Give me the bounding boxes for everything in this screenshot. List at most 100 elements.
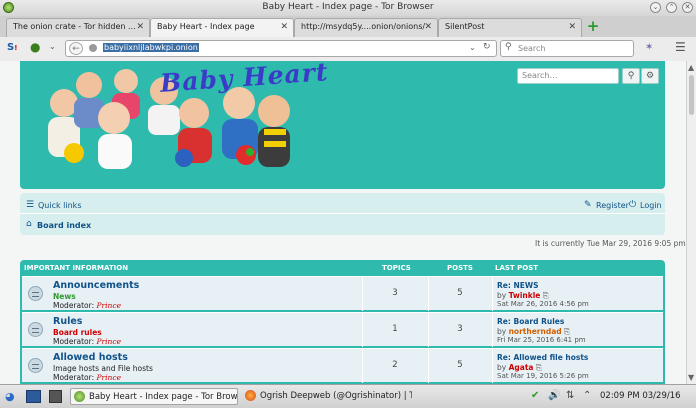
tab-label: Baby Heart - Index page [157,22,255,31]
forum-description: News [53,292,76,301]
minimize-icon[interactable]: ⌄ [650,2,661,13]
dropdown-icon[interactable]: ⌄ [469,43,476,52]
edit-icon: ✎ [584,200,592,210]
chevron-up-icon[interactable]: ⌃ [583,390,591,401]
tab-onion-crate[interactable]: The onion crate - Tor hidden ... ✕ [6,18,150,37]
browser-search-field[interactable]: ⚲ Search [500,40,634,57]
tor-onion-icon[interactable]: ● [30,40,40,54]
column-topics: TOPICS [382,264,411,272]
posts-count: 5 [457,288,463,298]
clock[interactable]: 02:09 PM 03/29/16 [600,391,681,401]
tab-label: SilentPost [445,22,485,31]
maximize-icon[interactable]: ⌃ [666,2,677,13]
forum-read-icon [28,286,43,301]
search-icon[interactable]: ⚲ [622,68,640,84]
forum-title[interactable]: Allowed hosts [53,352,128,363]
forum-row-allowed-hosts: Allowed hosts Image hosts and File hosts… [22,348,663,383]
forum-title[interactable]: Announcements [53,280,139,291]
tab-silentpost[interactable]: SilentPost ✕ [438,18,582,37]
last-post-title[interactable]: Re: Allowed file hosts [497,353,588,362]
view-post-icon[interactable]: ⎘ [564,327,570,336]
section-title[interactable]: IMPORTANT INFORMATION [24,264,128,272]
checkmark-icon[interactable]: ✔ [531,390,539,401]
gear-icon[interactable]: ⚙ [641,68,659,84]
volume-icon[interactable]: 🔊 [548,390,560,401]
topics-count: 3 [392,288,398,298]
column-last-post: LAST POST [495,264,539,272]
task-label: Baby Heart - Index page - Tor Browser [89,392,238,402]
start-menu-icon[interactable]: ◕ [5,390,15,403]
current-time-text: It is currently Tue Mar 29, 2016 9:05 pm [535,239,686,248]
chevron-down-icon[interactable]: ⌄ [49,42,56,51]
forum-read-icon [28,358,43,373]
tab-close-icon[interactable]: ✕ [568,22,576,32]
reload-icon[interactable]: ↻ [483,42,491,52]
author-link[interactable]: northerndad [509,327,562,336]
noscript-icon[interactable]: S! [7,42,17,53]
view-post-icon[interactable]: ⎘ [536,363,542,372]
search-placeholder: Search [518,44,546,53]
last-post-time: Sat Mar 26, 2016 4:56 pm [497,300,589,308]
last-post-title[interactable]: Re: Board Rules [497,317,564,326]
new-tab-icon[interactable]: + [586,19,600,34]
url-bar[interactable]: ← babyiixnljlabwkpi.onion ⌄ ↻ [65,40,497,57]
magic-wand-icon[interactable]: ✶ [645,42,653,53]
forum-row-rules: Rules Board rules Moderator: Prince 1 3 … [22,312,663,347]
task-label: Ogrish Deepweb (@Ogrishinator) | Tw [260,391,412,401]
desktop-icon[interactable] [26,390,41,403]
tab-onions[interactable]: http://msydq5y....onion/onions/ ✕ [294,18,438,37]
quick-links-link[interactable]: Quick links [38,201,81,210]
power-icon: ⏻ [629,200,637,210]
login-link[interactable]: Login [640,201,662,210]
home-icon: ⌂ [26,219,32,229]
view-post-icon[interactable]: ⎘ [543,291,549,300]
moderator-link[interactable]: Prince [97,373,122,382]
taskbar: ◕ Baby Heart - Index page - Tor Browser … [0,384,696,408]
scroll-down-icon[interactable]: ▼ [688,373,694,382]
forum-list: IMPORTANT INFORMATION TOPICS POSTS LAST … [20,260,665,384]
window-titlebar: Baby Heart - Index page - Tor Browser ⌄ … [0,0,696,17]
close-icon[interactable]: ✕ [682,2,693,13]
author-link[interactable]: Twinkle [509,291,541,300]
taskbar-item-firefox[interactable]: Ogrish Deepweb (@Ogrishinator) | Tw [242,388,412,405]
forum-header: Baby Heart Search… ⚲ ⚙ [20,61,665,189]
tab-bar: The onion crate - Tor hidden ... ✕ Baby … [0,16,696,38]
tab-close-icon[interactable]: ✕ [280,22,288,32]
tor-browser-icon [74,391,85,402]
forum-moderator: Moderator: Prince [53,337,122,346]
forum-title[interactable]: Rules [53,316,82,327]
tab-close-icon[interactable]: ✕ [424,22,432,32]
site-info-icon[interactable] [89,44,97,52]
network-icon[interactable]: ⇅ [566,390,574,401]
forum-read-icon [28,322,43,337]
posts-count: 3 [457,324,463,334]
author-link[interactable]: Agata [509,363,534,372]
last-post-title[interactable]: Re: NEWS [497,281,539,290]
tab-label: http://msydq5y....onion/onions/ [301,22,426,31]
topics-count: 1 [392,324,398,334]
scroll-up-icon[interactable]: ▲ [688,63,694,72]
tab-label: The onion crate - Tor hidden ... [13,22,136,31]
menu-icon[interactable]: ☰ [675,40,686,54]
topics-count: 2 [392,360,398,370]
register-link[interactable]: Register [596,201,629,210]
posts-count: 5 [457,360,463,370]
scrollbar-thumb[interactable] [689,75,694,115]
back-arrow-icon[interactable]: ← [69,42,83,55]
page-scrollbar[interactable]: ▲ ▼ [686,61,696,384]
board-index-link[interactable]: Board index [37,221,91,230]
terminal-icon[interactable] [49,390,62,403]
moderator-link[interactable]: Prince [97,337,122,346]
tab-baby-heart[interactable]: Baby Heart - Index page ✕ [150,18,294,38]
forum-moderator: Moderator: Prince [53,373,122,382]
url-text[interactable]: babyiixnljlabwkpi.onion [103,43,199,52]
last-post-time: Sat Mar 19, 2016 5:26 pm [497,372,589,380]
taskbar-item-tor-browser[interactable]: Baby Heart - Index page - Tor Browser [70,388,238,405]
moderator-link[interactable]: Prince [97,301,122,310]
forum-search-input[interactable]: Search… [517,68,619,84]
firefox-icon [245,390,256,401]
menu-icon[interactable]: ☰ [26,200,34,210]
forum-row-announcements: Announcements News Moderator: Prince 3 5… [22,276,663,311]
search-icon: ⚲ [505,42,512,52]
tab-close-icon[interactable]: ✕ [136,22,144,32]
